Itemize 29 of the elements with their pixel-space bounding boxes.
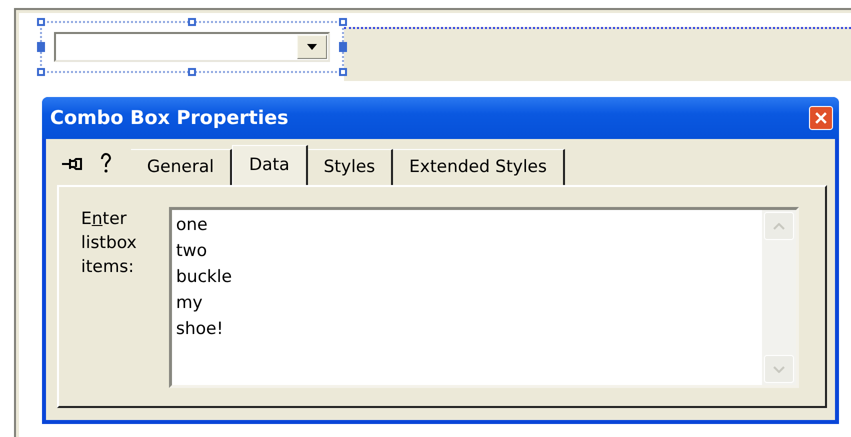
resize-handle[interactable] xyxy=(339,42,347,52)
list-item-text: shoe! xyxy=(176,318,224,341)
resize-handle[interactable] xyxy=(188,18,196,26)
caret-icon xyxy=(306,44,318,50)
resize-handle[interactable] xyxy=(37,68,45,76)
items-field[interactable]: one two buckle my shoe! xyxy=(169,207,799,388)
resize-handle[interactable] xyxy=(37,18,45,26)
resize-handle[interactable] xyxy=(37,42,45,52)
field-label: Enter listbox items: xyxy=(81,208,138,279)
list-item-text: buckle xyxy=(176,266,232,289)
list-item-text: my xyxy=(176,292,203,315)
tab[interactable]: General xyxy=(131,149,232,185)
resize-handle[interactable] xyxy=(339,18,347,26)
tab[interactable]: Extended Styles xyxy=(393,149,565,185)
combo-box[interactable] xyxy=(54,32,330,62)
list-item-text: one xyxy=(176,214,208,237)
resize-handle[interactable] xyxy=(339,68,347,76)
pin-icon[interactable] xyxy=(61,157,85,171)
chevron-down-icon xyxy=(773,366,785,372)
help-icon[interactable] xyxy=(99,153,113,173)
tab[interactable]: Data xyxy=(232,145,308,185)
close-button[interactable] xyxy=(809,106,833,130)
window-title: Combo Box Properties xyxy=(50,107,288,129)
chevron-up-icon xyxy=(773,222,785,230)
tab[interactable]: Styles xyxy=(308,149,394,185)
dropdown-button[interactable] xyxy=(297,35,327,59)
close-icon xyxy=(814,111,828,125)
list-item-text: two xyxy=(176,240,207,263)
resize-handle[interactable] xyxy=(188,68,196,76)
